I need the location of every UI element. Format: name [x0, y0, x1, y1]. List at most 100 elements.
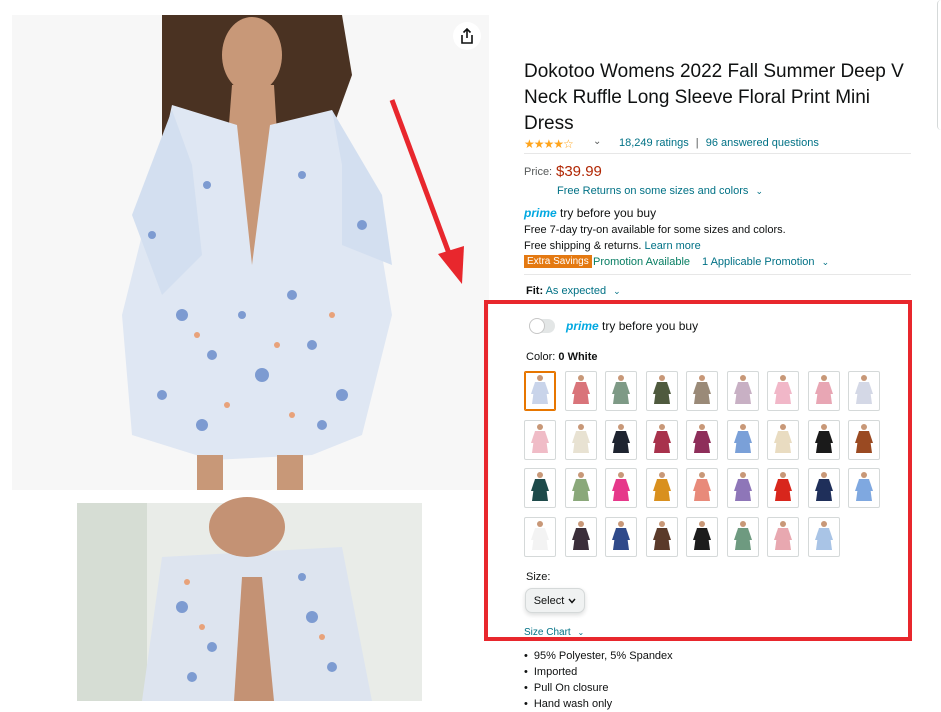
- color-swatch[interactable]: [726, 419, 759, 460]
- dress-thumbnail-icon: [571, 472, 590, 501]
- color-swatch[interactable]: [726, 468, 759, 508]
- color-swatch[interactable]: [605, 371, 637, 411]
- color-swatch[interactable]: [807, 371, 840, 411]
- star-rating-icon[interactable]: ★★★★☆: [524, 137, 574, 151]
- dress-thumbnail-icon: [612, 375, 630, 404]
- color-swatch[interactable]: [605, 468, 637, 508]
- dress-thumbnail-icon: [774, 472, 792, 501]
- separator: |: [695, 137, 699, 149]
- chevron-down-icon[interactable]: ⌄: [613, 286, 621, 296]
- color-swatch[interactable]: [807, 419, 840, 460]
- color-swatch[interactable]: [524, 516, 556, 557]
- size-chart-link[interactable]: Size Chart ⌄: [524, 627, 584, 638]
- chevron-down-icon[interactable]: ⌄: [593, 136, 601, 147]
- prime-toggle-tagline: try before you buy: [602, 319, 699, 333]
- fit-row: Fit: As expected ⌄: [526, 285, 621, 297]
- secondary-product-image[interactable]: [12, 497, 489, 701]
- dress-thumbnail-icon: [531, 520, 549, 550]
- prime-toggle-label: prime try before you buy: [566, 319, 698, 333]
- dress-thumbnail-icon: [855, 472, 873, 501]
- chevron-down-icon: ⌄: [821, 257, 830, 267]
- color-swatch[interactable]: [848, 419, 880, 460]
- dress-thumbnail-icon: [814, 423, 833, 453]
- color-swatch[interactable]: [524, 419, 556, 460]
- dress-thumbnail-icon: [693, 472, 711, 501]
- dress-thumbnail-icon: [855, 423, 873, 453]
- size-select-dropdown[interactable]: Select: [525, 588, 585, 613]
- color-selection: Color: 0 White: [526, 351, 598, 363]
- color-swatch[interactable]: [686, 516, 718, 557]
- dress-thumbnail-icon: [612, 423, 630, 453]
- free-returns-link[interactable]: Free Returns on some sizes and colors ⌄: [557, 185, 763, 197]
- color-swatch-grid: [524, 371, 884, 561]
- color-swatch[interactable]: [686, 468, 718, 508]
- color-swatch[interactable]: [524, 468, 556, 508]
- applicable-promotion-text: 1 Applicable Promotion: [702, 256, 815, 268]
- color-swatch[interactable]: [686, 371, 718, 411]
- color-swatch[interactable]: [524, 371, 556, 411]
- ratings-count-link[interactable]: 18,249 ratings: [619, 137, 689, 149]
- chevron-down-icon: ⌄: [755, 186, 763, 196]
- learn-more-link[interactable]: Learn more: [644, 240, 700, 252]
- promotion-available-text: Promotion Available: [593, 256, 691, 268]
- color-swatch[interactable]: [645, 371, 678, 411]
- dress-thumbnail-icon: [693, 423, 711, 453]
- color-swatch[interactable]: [726, 371, 759, 411]
- color-swatch[interactable]: [605, 516, 637, 557]
- dress-thumbnail-icon: [774, 520, 792, 550]
- dress-thumbnail-icon: [531, 472, 549, 501]
- bullet-item: Pull On closure: [524, 680, 673, 696]
- dress-thumbnail-icon: [652, 375, 671, 404]
- price-value: $39.99: [556, 163, 602, 180]
- prime-logo: prime: [524, 206, 557, 220]
- dress-thumbnail-icon: [814, 472, 833, 501]
- dress-thumbnail-icon: [855, 375, 873, 404]
- color-swatch[interactable]: [645, 516, 678, 557]
- dress-thumbnail-icon: [814, 520, 833, 550]
- chevron-down-icon: ⌄: [577, 628, 585, 637]
- color-swatch[interactable]: [605, 419, 637, 460]
- toggle-knob[interactable]: [529, 318, 545, 334]
- color-swatch[interactable]: [767, 371, 799, 411]
- color-swatch[interactable]: [848, 468, 880, 508]
- dress-thumbnail-icon: [652, 423, 671, 453]
- ratings-links: 18,249 ratings | 96 answered questions: [619, 137, 819, 149]
- color-swatch[interactable]: [564, 516, 597, 557]
- color-swatch[interactable]: [767, 468, 799, 508]
- color-swatch[interactable]: [645, 468, 678, 508]
- bullet-item: Hand wash only: [524, 696, 673, 712]
- color-swatch[interactable]: [564, 419, 597, 460]
- color-swatch[interactable]: [564, 468, 597, 508]
- chevron-down-icon: [568, 598, 576, 604]
- share-button[interactable]: [453, 22, 481, 50]
- scrollbar-edge[interactable]: [937, 0, 941, 130]
- dress-thumbnail-icon: [571, 520, 590, 550]
- color-swatch[interactable]: [767, 419, 799, 460]
- share-icon: [461, 28, 473, 44]
- color-swatch[interactable]: [848, 371, 880, 411]
- color-swatch[interactable]: [807, 516, 840, 557]
- fit-value-link[interactable]: As expected: [546, 285, 607, 297]
- size-chart-text: Size Chart: [524, 627, 571, 638]
- color-label: Color:: [526, 351, 556, 363]
- color-swatch[interactable]: [807, 468, 840, 508]
- color-swatch[interactable]: [686, 419, 718, 460]
- answered-questions-link[interactable]: 96 answered questions: [706, 137, 819, 149]
- color-swatch[interactable]: [564, 371, 597, 411]
- extra-savings-badge: Extra Savings: [524, 255, 592, 268]
- dress-thumbnail-icon: [571, 375, 590, 404]
- size-select-label: Select: [533, 594, 565, 607]
- dress-thumbnail-icon: [774, 375, 792, 404]
- bullet-item: Imported: [524, 664, 673, 680]
- dress-thumbnail-icon: [652, 472, 671, 501]
- dress-thumbnail-icon: [693, 520, 711, 550]
- color-swatch[interactable]: [767, 516, 799, 557]
- applicable-promotion-link[interactable]: 1 Applicable Promotion ⌄: [702, 256, 829, 268]
- red-arrow-annotation: [389, 99, 464, 284]
- dress-thumbnail-icon: [693, 375, 711, 404]
- color-swatch[interactable]: [726, 516, 759, 557]
- free-shipping-text: Free shipping & returns.: [524, 240, 642, 252]
- fit-label: Fit:: [526, 285, 544, 297]
- color-swatch[interactable]: [645, 419, 678, 460]
- prime-logo: prime: [566, 319, 599, 333]
